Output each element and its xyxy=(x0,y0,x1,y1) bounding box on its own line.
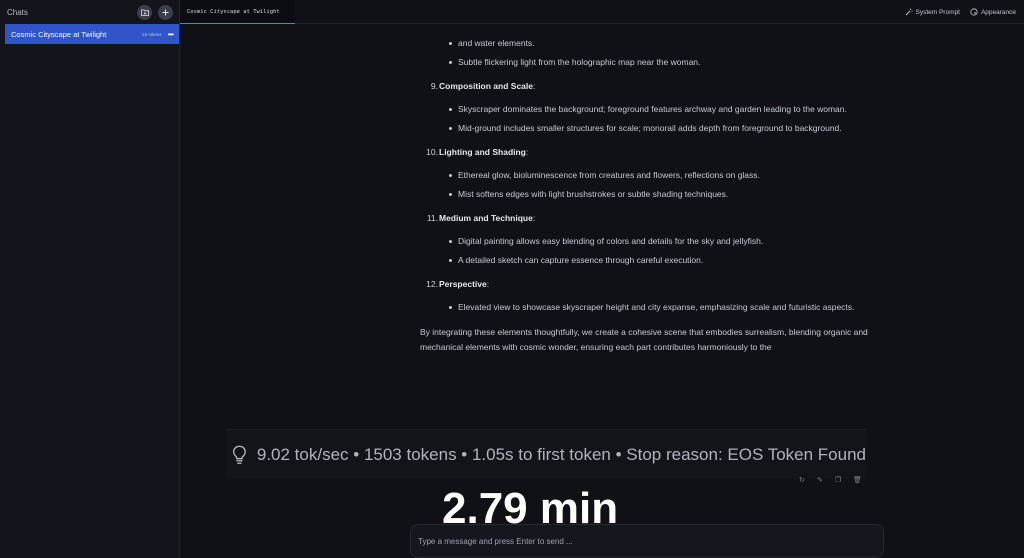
message-composer xyxy=(410,524,884,558)
bullet-list: and water elements. Subtle flickering li… xyxy=(410,36,870,70)
chat-item-title: Cosmic Cityscape at Twilight xyxy=(11,29,107,39)
list-item: A detailed sketch can capture essence th… xyxy=(410,253,870,268)
closing-paragraph: By integrating these elements thoughtful… xyxy=(420,327,868,352)
folder-plus-icon xyxy=(140,9,149,16)
system-prompt-label: System Prompt xyxy=(915,8,960,16)
section-heading: 9. Composition and Scale: xyxy=(410,79,870,94)
plus-icon xyxy=(162,9,169,15)
sidebar-header: Chats xyxy=(0,0,179,24)
chat-list-item[interactable]: Cosmic Cityscape at Twilight 15 tokens •… xyxy=(5,24,179,44)
list-item: Elevated view to showcase skyscraper hei… xyxy=(410,300,870,315)
section-heading: 12. Perspective: xyxy=(410,277,870,292)
section-number: 12. xyxy=(426,279,438,289)
trash-icon[interactable]: 🗑 xyxy=(853,476,862,485)
generation-stats-text: 9.02 tok/sec • 1503 tokens • 1.05s to fi… xyxy=(256,444,866,464)
lightbulb-icon xyxy=(232,445,246,464)
section-title: Lighting and Shading xyxy=(439,147,526,157)
top-actions: System Prompt Appearance xyxy=(895,0,1016,24)
section-number: 10. xyxy=(426,147,438,157)
list-item: Ethereal glow, bioluminescence from crea… xyxy=(410,168,870,183)
section-heading: 10. Lighting and Shading: xyxy=(410,145,870,160)
section-colon: : xyxy=(533,81,536,91)
sidebar: Chats Cosmic Cityscape at Twilight 15 to… xyxy=(0,0,180,558)
copy-icon[interactable]: ❐ xyxy=(835,476,844,485)
regenerate-icon[interactable]: ↻ xyxy=(799,476,808,485)
section-number: 11. xyxy=(426,213,438,223)
wand-icon xyxy=(905,8,912,16)
tab-label: Cosmic Cityscape at Twilight xyxy=(187,8,280,15)
more-options-icon[interactable]: ••• xyxy=(168,30,174,39)
section-colon: : xyxy=(532,213,536,223)
appearance-label: Appearance xyxy=(980,8,1016,16)
system-prompt-button[interactable]: System Prompt xyxy=(905,8,960,16)
tab-chat[interactable]: Cosmic Cityscape at Twilight xyxy=(180,0,295,24)
chat-item-token-count: 15 tokens xyxy=(142,31,162,37)
new-chat-button[interactable] xyxy=(158,4,173,20)
list-item: and water elements. xyxy=(410,36,870,51)
bullet-list: Elevated view to showcase skyscraper hei… xyxy=(410,300,870,315)
bullet-list: Skyscraper dominates the background; for… xyxy=(410,102,870,136)
assistant-message: and water elements. Subtle flickering li… xyxy=(410,36,870,355)
bullet-list: Digital painting allows easy blending of… xyxy=(410,234,870,268)
section-title: Composition and Scale xyxy=(439,81,533,91)
message-input[interactable] xyxy=(411,525,883,557)
section-number: 9. xyxy=(430,81,438,91)
bullet-list: Ethereal glow, bioluminescence from crea… xyxy=(410,168,870,202)
message-actions: ↻ ✎ ❐ 🗑 xyxy=(790,476,862,485)
list-item: Skyscraper dominates the background; for… xyxy=(410,102,870,117)
sidebar-title: Chats xyxy=(7,7,28,17)
edit-icon[interactable]: ✎ xyxy=(817,476,826,485)
tab-bar: Cosmic Cityscape at Twilight System Prom… xyxy=(180,0,1024,24)
list-item: Mist softens edges with light brushstrok… xyxy=(410,187,870,202)
section-heading: 11. Medium and Technique: xyxy=(410,211,870,226)
section-title: Medium and Technique xyxy=(439,213,533,223)
list-item: Mid-ground includes smaller structures f… xyxy=(410,121,870,136)
palette-icon xyxy=(970,8,978,16)
list-item: Digital painting allows easy blending of… xyxy=(410,234,870,249)
appearance-button[interactable]: Appearance xyxy=(970,8,1016,16)
section-colon: : xyxy=(525,147,529,157)
section-colon: : xyxy=(486,279,490,289)
generation-stats-bar: 9.02 tok/sec • 1503 tokens • 1.05s to fi… xyxy=(226,429,866,479)
section-title: Perspective xyxy=(439,279,487,289)
new-folder-button[interactable] xyxy=(137,4,152,20)
list-item: Subtle flickering light from the hologra… xyxy=(410,55,870,70)
